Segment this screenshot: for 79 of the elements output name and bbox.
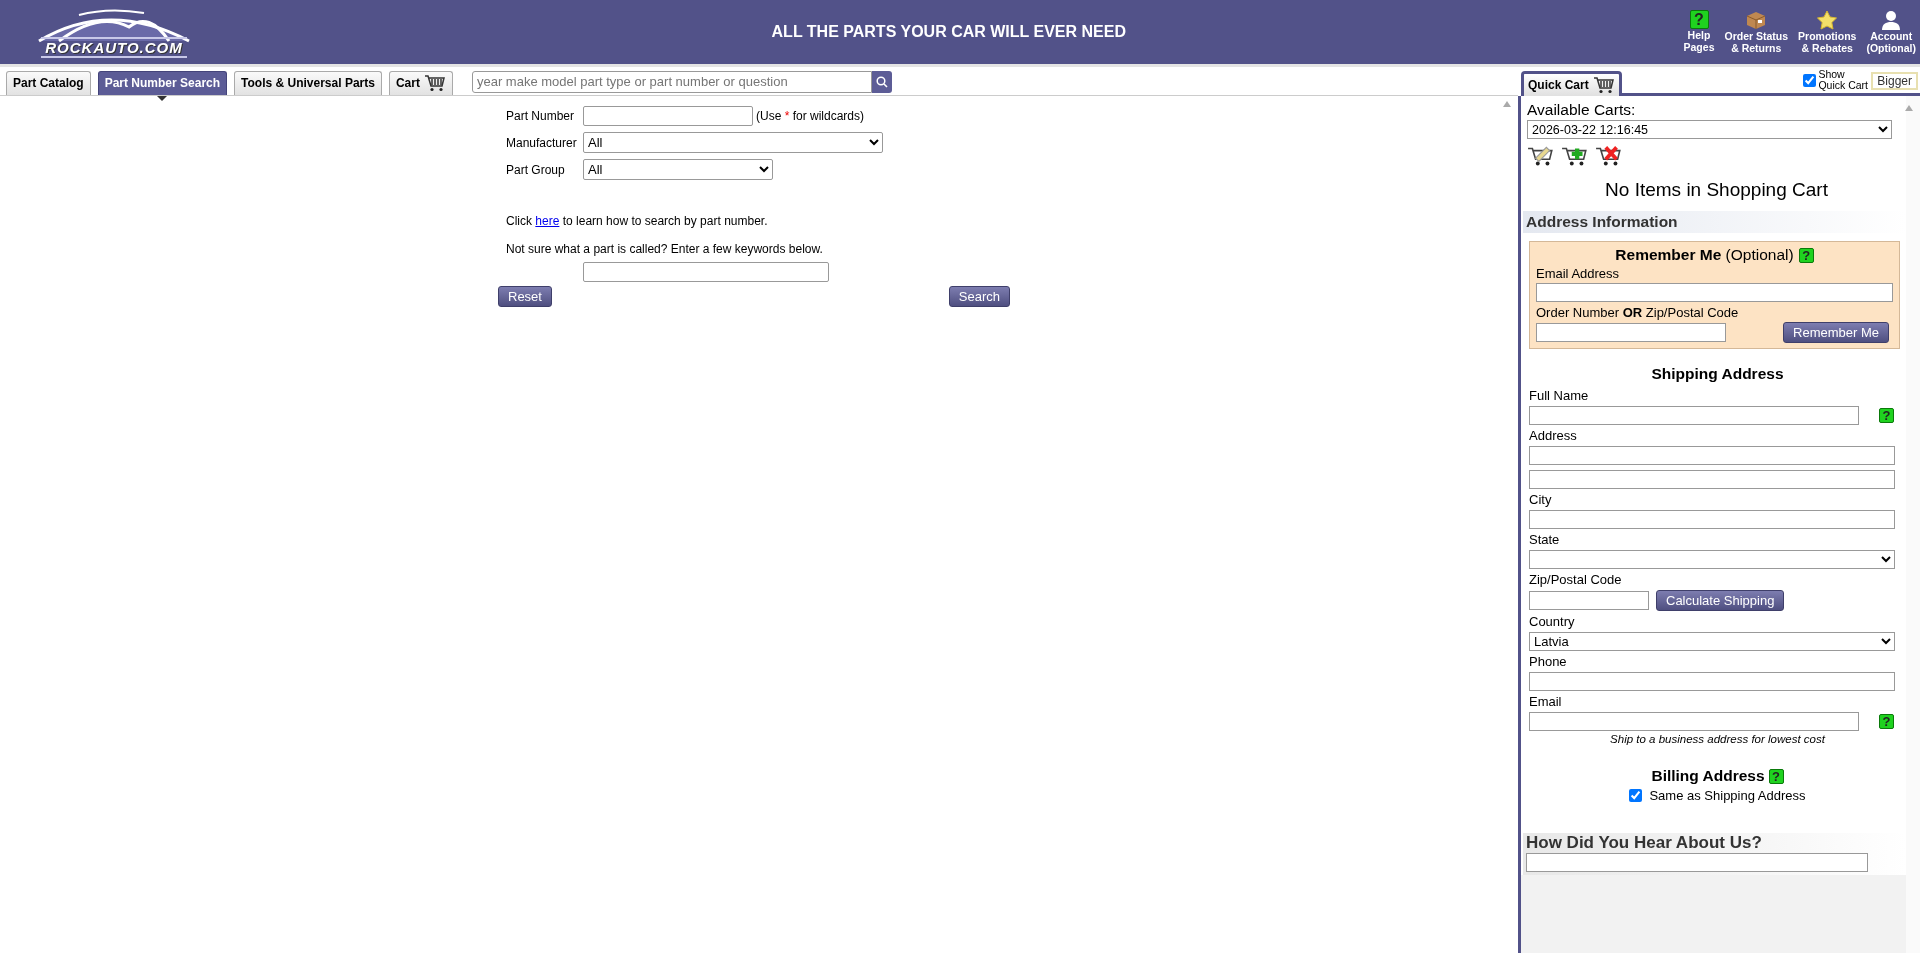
header-link[interactable]: Account (Optional) [1866, 10, 1916, 54]
field-label: Email [1529, 693, 1563, 711]
help-icon[interactable]: ? [1798, 247, 1814, 263]
cart-add-icon[interactable] [1561, 145, 1589, 167]
field-label: Address [1529, 427, 1578, 445]
cart-edit-icon[interactable] [1527, 145, 1555, 167]
field-label: Email Address [1536, 265, 1621, 283]
search-icon [875, 75, 888, 88]
quick-cart-tab[interactable]: Quick Cart [1521, 71, 1622, 96]
field-label: Part Number [506, 108, 576, 123]
text-field[interactable] [1529, 712, 1859, 731]
search-field[interactable]: year make model part type or part number or question [471, 70, 872, 93]
field-label: Zip/Postal Code [1529, 571, 1623, 589]
show-quick-cart-checkbox[interactable] [1803, 73, 1817, 87]
keywords-prompt: Not sure what a part is called? Enter a few keywords below. [506, 242, 824, 256]
dropdown[interactable]: All [583, 159, 773, 180]
here-link[interactable]: here [535, 214, 560, 228]
available-carts-label: Available Carts: [1527, 101, 1637, 119]
field-label: Order Number OR Zip/Postal Code [1536, 304, 1740, 322]
field-label: Part Group [506, 162, 566, 177]
cart-icon [1592, 76, 1615, 94]
section-heading: How Did You Hear About Us? [1526, 833, 1763, 853]
scroll-up-icon[interactable] [1905, 105, 1913, 111]
tab[interactable]: Part Catalog [6, 70, 91, 95]
text-field[interactable] [1529, 470, 1895, 489]
carts-dropdown[interactable]: 2026-03-22 12:16:45 [1527, 120, 1892, 139]
help-icon[interactable]: ? [1768, 768, 1784, 784]
logo-text[interactable]: ROCKAUTO.COM [41, 36, 187, 58]
dropdown[interactable]: Latvia [1529, 632, 1895, 651]
referral-field[interactable] [1526, 853, 1868, 872]
shipping-note: Ship to a business address for lowest cost [1609, 733, 1827, 745]
tab[interactable]: Cart [388, 70, 453, 95]
same-address-checkbox[interactable] [1629, 789, 1643, 802]
form-button[interactable]: Search [948, 286, 1010, 307]
text-field[interactable] [1529, 406, 1859, 425]
bigger-button[interactable]: Bigger [1871, 72, 1918, 90]
empty-cart-message: No Items in Shopping Cart [1604, 179, 1829, 201]
search-button[interactable] [871, 70, 892, 93]
email-field[interactable] [1536, 283, 1893, 302]
help-icon[interactable]: ? [1879, 714, 1894, 729]
field-label: City [1529, 491, 1553, 509]
header-link[interactable]: Order Status & Returns [1724, 10, 1789, 54]
part-number-field[interactable] [583, 105, 753, 126]
order-number-field[interactable] [1536, 323, 1726, 342]
text-field[interactable] [1529, 510, 1895, 529]
calculate-shipping-button[interactable]: Calculate Shipping [1656, 590, 1785, 611]
form-button[interactable]: Reset [498, 286, 552, 307]
billing-heading: Billing Address [1651, 767, 1765, 785]
field-label: Country [1529, 613, 1576, 631]
help-sentence: Click here to learn how to search by part number. [506, 214, 769, 228]
help-icon: ? [1689, 10, 1709, 29]
field-label: Manufacturer [506, 135, 578, 150]
package-icon [1745, 10, 1768, 30]
scroll-up-icon[interactable] [1503, 101, 1511, 107]
wildcard-note: (Use * for wildcards) [756, 108, 865, 123]
person-icon [1880, 10, 1903, 30]
dropdown[interactable] [1529, 550, 1895, 569]
field-label: State [1529, 531, 1561, 549]
shipping-heading: Shipping Address [1650, 365, 1785, 383]
dropdown[interactable]: All [583, 132, 883, 153]
remember-me-button[interactable]: Remember Me [1783, 322, 1889, 343]
field-label: Phone [1529, 653, 1568, 671]
remember-me-title: Remember Me (Optional) [1615, 246, 1794, 264]
checkbox-label: Show Quick Cart [1818, 69, 1868, 91]
tagline: ALL THE PARTS YOUR CAR WILL EVER NEED [770, 23, 1127, 41]
keywords-field[interactable] [583, 262, 829, 282]
pointer-icon [157, 95, 168, 101]
text-field[interactable] [1529, 591, 1649, 610]
cart-icon [423, 74, 446, 92]
field-label: Full Name [1529, 387, 1590, 405]
text-field[interactable] [1529, 446, 1895, 465]
help-icon[interactable]: ? [1879, 408, 1894, 423]
cart-delete-icon[interactable] [1595, 145, 1623, 167]
tab[interactable]: Tools & Universal Parts [234, 70, 382, 95]
checkbox-label: Same as Shipping Address [1649, 788, 1806, 803]
text-field[interactable] [1529, 672, 1895, 691]
header-link[interactable]: ? Help Pages [1683, 10, 1715, 54]
star-icon [1816, 10, 1839, 30]
header-link[interactable]: Promotions & Rebates [1798, 10, 1857, 54]
